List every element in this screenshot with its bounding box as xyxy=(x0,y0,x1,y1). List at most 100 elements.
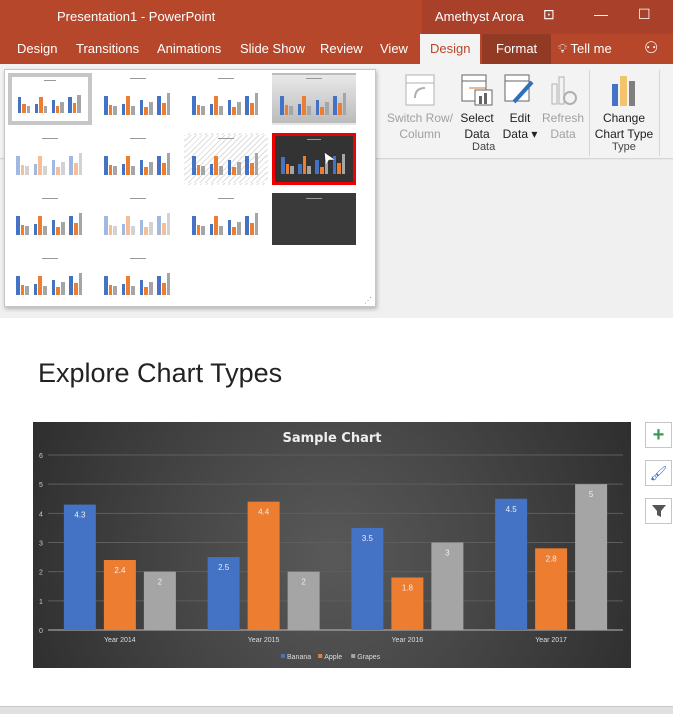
thumbnail-bar xyxy=(290,166,294,174)
chart-style-thumbnail[interactable] xyxy=(272,193,356,245)
thumbnail-bar xyxy=(148,162,153,175)
chart-style-thumbnail[interactable] xyxy=(184,133,268,185)
thumbnail-bar xyxy=(254,93,259,115)
chart-style-thumbnail[interactable] xyxy=(96,193,180,245)
thumbnail-bar xyxy=(157,95,161,115)
tell-me[interactable]: 💡︎ Tell me xyxy=(558,34,612,64)
chart-style-thumbnail[interactable] xyxy=(8,133,92,185)
legend-swatch xyxy=(281,654,285,658)
edit-data-button[interactable]: Edit Data ▾ xyxy=(500,70,540,142)
data-label: 4.4 xyxy=(258,508,270,517)
thumbnail-bar xyxy=(302,95,307,115)
thumbnail-bar xyxy=(113,106,118,115)
thumbnail-bar xyxy=(342,93,347,115)
thumbnail-bar xyxy=(139,279,144,295)
bar-banana xyxy=(63,504,96,630)
chart-style-thumbnail[interactable] xyxy=(184,73,268,125)
tab-view[interactable]: View xyxy=(380,34,408,64)
tab-transitions[interactable]: Transitions xyxy=(76,34,139,64)
x-tick-label: Year 2017 xyxy=(535,637,567,644)
thumbnail-bar xyxy=(227,159,232,175)
tab-animations[interactable]: Animations xyxy=(157,34,221,64)
thumbnail-bar xyxy=(25,286,30,295)
thumbnail-bar xyxy=(38,215,43,235)
thumbnail-bar xyxy=(166,153,171,175)
switch-row-column-button[interactable]: Switch Row/Column xyxy=(385,70,455,142)
thumbnail-bar xyxy=(69,215,73,235)
thumbnail-bars xyxy=(104,269,174,295)
thumbnail-bar xyxy=(20,224,25,235)
data-label: 4.5 xyxy=(506,505,518,514)
chart-elements-button[interactable]: + xyxy=(645,422,672,448)
tab-review[interactable]: Review xyxy=(320,34,363,64)
thumbnail-bar xyxy=(60,102,64,113)
thumbnail-bar xyxy=(192,156,196,175)
thumbnail-bar xyxy=(341,154,346,174)
thumbnail-bar xyxy=(25,166,30,175)
x-tick-label: Year 2015 xyxy=(248,637,280,644)
thumbnail-bar xyxy=(196,224,201,235)
thumbnail-bar xyxy=(302,156,307,174)
ribbon-display-icon[interactable]: ⊡ xyxy=(543,6,555,23)
thumbnail-bar xyxy=(245,215,249,235)
thumbnail-bar xyxy=(108,284,113,295)
chart-styles-button[interactable]: 🖌︎ xyxy=(645,460,672,486)
edit-data-icon xyxy=(504,74,534,104)
chart-style-thumbnail[interactable] xyxy=(8,253,92,305)
chart-style-thumbnail[interactable] xyxy=(96,73,180,125)
share-icon[interactable]: ⚇ xyxy=(644,34,658,64)
slide-title[interactable]: Explore Chart Types xyxy=(38,358,282,389)
chart-style-thumbnail[interactable] xyxy=(272,73,356,125)
thumbnail-bar xyxy=(214,215,219,235)
maximize-button[interactable]: ☐ xyxy=(638,6,651,23)
thumbnail-bar xyxy=(78,213,83,235)
minimize-button[interactable]: — xyxy=(594,6,608,22)
resize-grip-icon[interactable]: ⋰ xyxy=(364,296,372,305)
thumbnail-bar xyxy=(20,284,25,295)
thumbnail-bar xyxy=(33,284,38,295)
bar-grapes xyxy=(575,484,608,630)
thumbnail-bar xyxy=(139,99,144,115)
chart-style-thumbnail[interactable] xyxy=(96,253,180,305)
thumbnail-bar xyxy=(56,287,60,295)
chart-style-thumbnail[interactable] xyxy=(184,193,268,245)
tab-format[interactable]: Format xyxy=(482,34,552,64)
thumbnail-bar xyxy=(113,286,118,295)
chart-style-thumbnail[interactable] xyxy=(272,133,356,185)
user-name[interactable]: Amethyst Arora xyxy=(435,9,524,24)
bar-apple xyxy=(247,501,280,630)
thumbnail-bars xyxy=(16,209,86,235)
thumbnail-bar xyxy=(337,102,342,115)
thumbnail-bar xyxy=(161,282,166,295)
group-label-data: Data xyxy=(472,141,496,153)
chart-style-thumbnail[interactable] xyxy=(96,133,180,185)
tab-design[interactable]: Design xyxy=(17,34,57,64)
lightbulb-icon: 💡︎ xyxy=(558,41,568,56)
tab-slide-show[interactable]: Slide Show xyxy=(240,34,305,64)
thumbnail-title xyxy=(42,198,58,199)
y-tick-label: 5 xyxy=(39,482,43,489)
thumbnail-bar xyxy=(144,287,148,295)
thumbnail-bar xyxy=(68,96,72,113)
thumbnail-bar xyxy=(280,96,284,115)
thumbnail-title xyxy=(306,78,322,79)
tab-chart-design[interactable]: Design xyxy=(420,34,481,64)
chart-filters-button[interactable] xyxy=(645,498,672,524)
group-label-type: Type xyxy=(612,141,636,153)
divider xyxy=(659,70,660,156)
thumbnail-bar xyxy=(20,164,25,175)
chart[interactable]: Sample Chart 0 1 2 3 4 5 6 Year 2014 4.3 2.4 2 Year … xyxy=(33,422,631,668)
chart-style-thumbnail[interactable] xyxy=(8,193,92,245)
thumbnail-title xyxy=(307,139,321,140)
thumbnail-bar xyxy=(148,222,153,235)
change-chart-type-button[interactable]: Change Chart Type xyxy=(593,70,655,142)
thumbnail-bar xyxy=(281,156,285,174)
thumbnail-bar xyxy=(192,96,196,115)
thumbnail-bar xyxy=(131,106,135,115)
thumbnail-bar xyxy=(245,95,249,115)
select-data-button[interactable]: Select Data xyxy=(458,70,496,142)
thumbnail-bar xyxy=(209,104,214,115)
data-label: 2.4 xyxy=(114,566,126,575)
refresh-data-button[interactable]: Refresh Data xyxy=(541,70,585,142)
chart-style-thumbnail[interactable] xyxy=(8,73,92,125)
